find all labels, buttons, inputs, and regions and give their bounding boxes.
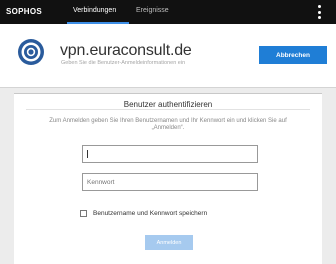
top-nav-bar: SOPHOS Verbindungen Ereignisse bbox=[0, 0, 336, 24]
auth-card: Benutzer authentifizieren Zum Anmelden g… bbox=[14, 93, 322, 264]
tab-ereignisse[interactable]: Ereignisse bbox=[136, 7, 169, 14]
login-button[interactable]: Anmelden bbox=[145, 235, 193, 250]
text-cursor bbox=[87, 150, 88, 158]
username-field[interactable] bbox=[82, 145, 258, 163]
auth-instructions: Zum Anmelden geben Sie Ihren Benutzernam… bbox=[49, 118, 287, 131]
remember-credentials-row[interactable]: Benutzername und Kennwort speichern bbox=[80, 208, 207, 218]
password-field[interactable] bbox=[82, 173, 258, 191]
remember-label[interactable]: Benutzername und Kennwort speichern bbox=[93, 210, 207, 217]
cancel-button[interactable]: Abbrechen bbox=[259, 46, 327, 64]
auth-title: Benutzer authentifizieren bbox=[123, 100, 213, 109]
kebab-menu-icon[interactable] bbox=[318, 5, 322, 19]
connection-subtitle: Geben Sie die Benutzer-Anmeldeinformatio… bbox=[61, 60, 186, 66]
connection-title: vpn.euraconsult.de bbox=[60, 42, 192, 59]
brand-logo: SOPHOS bbox=[6, 7, 43, 16]
connection-target-icon bbox=[18, 39, 44, 65]
tab-verbindungen[interactable]: Verbindungen bbox=[73, 7, 116, 14]
remember-checkbox[interactable] bbox=[80, 209, 87, 217]
divider bbox=[26, 109, 310, 110]
